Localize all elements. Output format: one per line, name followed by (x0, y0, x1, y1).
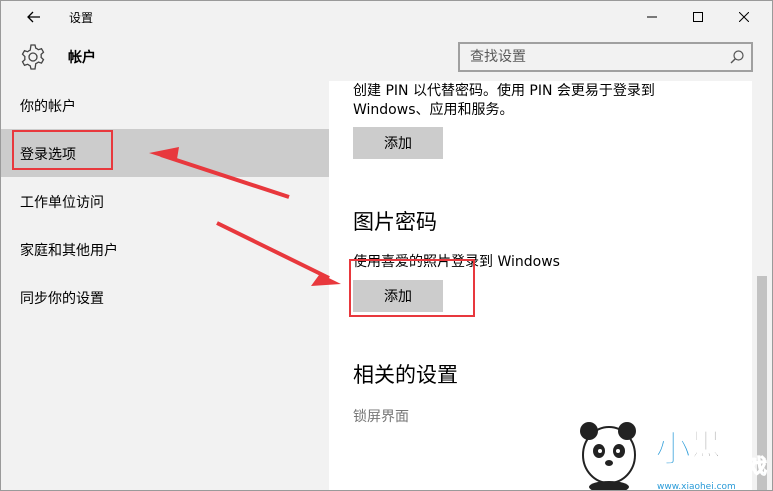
sidebar-item-label: 同步你的设置 (20, 291, 104, 307)
pin-add-button[interactable]: 添加 (353, 127, 443, 159)
related-settings-heading: 相关的设置 (353, 363, 458, 387)
panda-mascot-icon (580, 422, 636, 490)
sidebar-item-label: 工作单位访问 (20, 195, 104, 211)
title-bar: 设置 (1, 1, 772, 33)
search-icon[interactable] (729, 49, 745, 65)
maximize-button[interactable] (675, 1, 721, 33)
page-header: 帐户 (1, 33, 772, 81)
close-button[interactable] (721, 1, 767, 33)
section-title: 帐户 (68, 50, 96, 66)
sidebar-item-label: 家庭和其他用户 (20, 243, 118, 259)
brand-url: www.xiaohei.com (657, 482, 736, 491)
sidebar-item-work-access[interactable]: 工作单位访问 (1, 177, 329, 225)
annotation-box-sign-in-options (12, 130, 113, 170)
back-arrow-icon (27, 11, 40, 23)
picture-password-heading: 图片密码 (353, 210, 437, 234)
lock-screen-link[interactable]: 锁屏界面 (353, 406, 409, 426)
gear-icon (21, 44, 45, 70)
brand-xiao: 小 (655, 429, 691, 470)
window-title: 设置 (69, 11, 94, 25)
settings-window: 设置 帐户 你的帐户 (0, 0, 773, 491)
sidebar-item-your-account[interactable]: 你的帐户 (1, 81, 329, 129)
pin-description-line2: Windows、应用和服务。 (353, 102, 514, 118)
maximize-icon (693, 12, 703, 22)
sidebar-item-label: 你的帐户 (20, 99, 76, 115)
minimize-button[interactable] (629, 1, 675, 33)
xiaohei-watermark-logo: 小 黑 游戏 www.xiaohei.com (580, 422, 768, 491)
annotation-box-picture-add (349, 259, 475, 317)
back-button[interactable] (11, 1, 57, 33)
minimize-icon (647, 16, 657, 18)
brand-hei: 黑 (691, 428, 721, 463)
pin-description-line1: 创建 PIN 以代替密码。使用 PIN 会更易于登录到 (353, 83, 655, 99)
sidebar-item-family-other-users[interactable]: 家庭和其他用户 (1, 225, 329, 273)
search-box[interactable] (458, 42, 753, 72)
close-icon (739, 12, 749, 22)
brand-youxi: 游戏 (727, 454, 767, 478)
search-input[interactable] (470, 47, 710, 67)
sidebar-item-sync-settings[interactable]: 同步你的设置 (1, 273, 329, 321)
brand-text: 小 黑 游戏 www.xiaohei.com (655, 428, 768, 491)
